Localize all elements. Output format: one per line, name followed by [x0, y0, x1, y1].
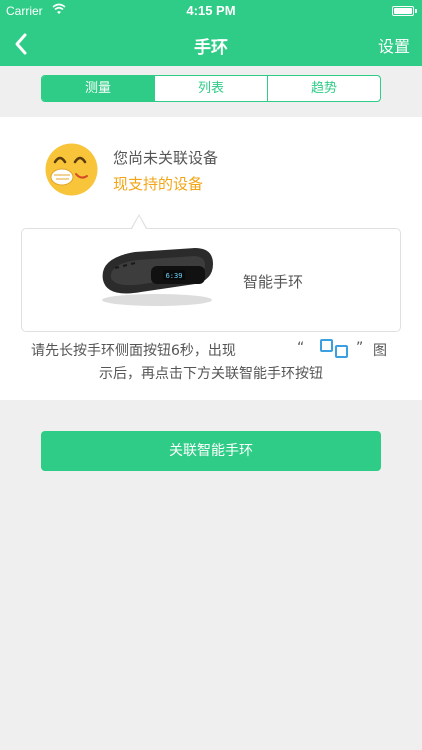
clock: 4:15 PM — [186, 3, 236, 18]
instruction-line-2: 示后，再点击下方关联智能手环按钮 — [99, 366, 323, 382]
instruction-part-2: 图 — [373, 343, 387, 359]
battery-icon — [392, 6, 414, 16]
tab-measure[interactable]: 测量 — [42, 76, 154, 101]
nav-bar: 手环 设置 — [0, 22, 422, 66]
header: Carrier 4:15 PM 手环 设置 — [0, 0, 422, 66]
battery-tip — [415, 9, 417, 13]
tab-trend[interactable]: 趋势 — [267, 76, 380, 101]
supported-devices-link[interactable]: 现支持的设备 — [113, 173, 203, 194]
segmented-control: 测量 列表 趋势 — [41, 75, 381, 102]
laughing-face-icon — [45, 143, 98, 196]
page-title: 手环 — [194, 38, 228, 58]
close-quote: ” — [356, 340, 364, 356]
open-quote: “ — [297, 340, 305, 356]
settings-button[interactable]: 设置 — [378, 33, 410, 57]
tab-list[interactable]: 列表 — [154, 76, 267, 101]
device-name: 智能手环 — [243, 273, 304, 291]
status-bar: Carrier 4:15 PM — [0, 0, 422, 22]
pair-band-button[interactable]: 关联智能手环 — [41, 431, 381, 471]
smart-band-image: 6:39 — [102, 248, 213, 306]
band-screen-time: 6:39 — [166, 272, 183, 280]
pair-mode-icon — [320, 339, 348, 358]
not-linked-text: 您尚未关联设备 — [113, 149, 219, 167]
instruction-part-1: 请先长按手环侧面按钮6秒，出现 — [31, 343, 236, 359]
